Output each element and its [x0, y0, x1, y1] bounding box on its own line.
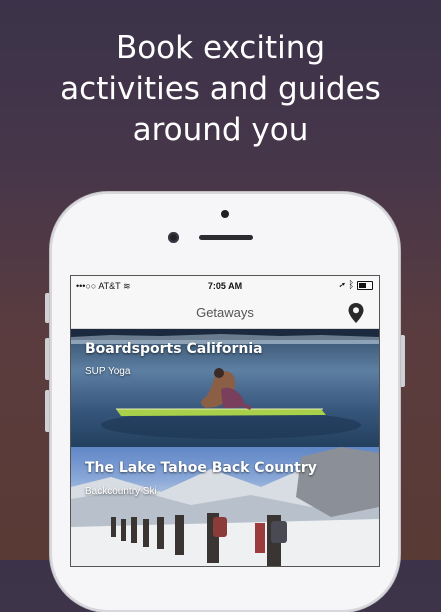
power-button — [400, 335, 405, 387]
headline-line-3: around you — [132, 112, 309, 148]
card-subtitle: SUP Yoga — [85, 366, 131, 377]
status-icons: ➚ ᛒ — [339, 280, 373, 291]
phone-screen: •••○○ AT&T ≋ 7:05 AM ➚ ᛒ Getaways Boards… — [70, 275, 380, 567]
status-time: 7:05 AM — [207, 281, 243, 291]
map-pin-icon[interactable] — [347, 302, 365, 324]
headline-line-2: activities and guides — [60, 71, 381, 107]
activity-card[interactable]: The Lake Tahoe Back Country Backcountry … — [71, 447, 379, 566]
activity-card[interactable]: Boardsports California SUP Yoga — [71, 329, 379, 447]
promo-headline: Book exciting activities and guides arou… — [0, 28, 441, 151]
bluetooth-icon: ᛒ — [348, 280, 355, 291]
earpiece-speaker — [199, 235, 253, 240]
card-subtitle: Backcountry Ski — [85, 486, 157, 497]
card-title: Boardsports California — [85, 341, 263, 357]
location-arrow-icon: ➚ — [339, 280, 346, 291]
front-camera — [168, 232, 179, 243]
nav-title: Getaways — [196, 305, 254, 320]
headline-line-1: Book exciting — [115, 30, 326, 66]
battery-icon — [357, 280, 373, 290]
card-title: The Lake Tahoe Back Country — [85, 460, 317, 476]
status-bar: •••○○ AT&T ≋ 7:05 AM ➚ ᛒ — [71, 276, 379, 296]
nav-bar: Getaways — [71, 296, 379, 329]
proximity-sensor — [221, 210, 229, 218]
